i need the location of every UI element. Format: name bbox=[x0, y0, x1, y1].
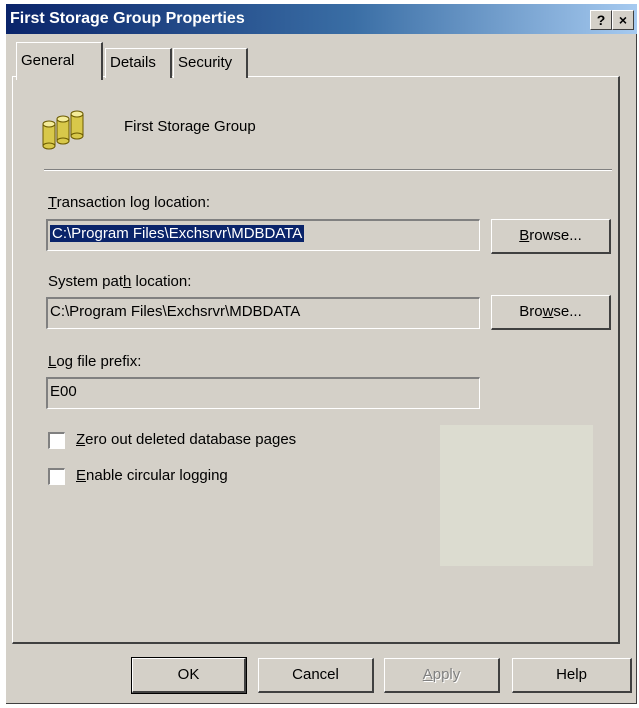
question-mark-icon: ? bbox=[596, 12, 606, 28]
apply-button[interactable]: Apply bbox=[384, 658, 500, 693]
circular-logging-label[interactable]: Enable circular logging bbox=[76, 467, 228, 484]
help-button[interactable]: Help bbox=[512, 658, 632, 693]
system-path-label: System path location: bbox=[48, 273, 192, 290]
transaction-log-value: C:\Program Files\Exchsrvr\MDBDATA bbox=[50, 225, 305, 242]
log-prefix-label: Log file prefix: bbox=[48, 353, 142, 370]
browse-transaction-log-button[interactable]: Browse... bbox=[491, 219, 611, 254]
log-prefix-value: E00 bbox=[50, 383, 77, 400]
blank-area bbox=[440, 425, 593, 566]
close-button[interactable]: × bbox=[612, 10, 634, 30]
tab-details[interactable]: Details bbox=[105, 48, 172, 78]
browse-system-path-button[interactable]: Browse... bbox=[491, 295, 611, 330]
transaction-log-field[interactable]: C:\Program Files\Exchsrvr\MDBDATA bbox=[46, 219, 480, 251]
zero-out-label[interactable]: Zero out deleted database pages bbox=[76, 431, 296, 448]
storage-group-name: First Storage Group bbox=[124, 118, 256, 135]
zero-out-checkbox[interactable] bbox=[48, 432, 65, 449]
system-path-field[interactable]: C:\Program Files\Exchsrvr\MDBDATA bbox=[46, 297, 480, 329]
storage-group-icon bbox=[42, 110, 84, 150]
transaction-log-label: Transaction log location: bbox=[48, 194, 211, 211]
cancel-button[interactable]: Cancel bbox=[258, 658, 374, 693]
close-icon: × bbox=[618, 12, 628, 28]
window-title: First Storage Group Properties bbox=[10, 10, 245, 27]
tab-security[interactable]: Security bbox=[173, 48, 248, 78]
title-bar[interactable]: First Storage Group Properties ? × bbox=[6, 4, 637, 34]
log-prefix-field[interactable]: E00 bbox=[46, 377, 480, 409]
help-title-button[interactable]: ? bbox=[590, 10, 612, 30]
circular-logging-checkbox[interactable] bbox=[48, 468, 65, 485]
tab-general[interactable]: General bbox=[16, 42, 103, 80]
separator bbox=[44, 169, 612, 171]
system-path-value: C:\Program Files\Exchsrvr\MDBDATA bbox=[50, 303, 301, 320]
ok-button[interactable]: OK bbox=[131, 657, 247, 694]
